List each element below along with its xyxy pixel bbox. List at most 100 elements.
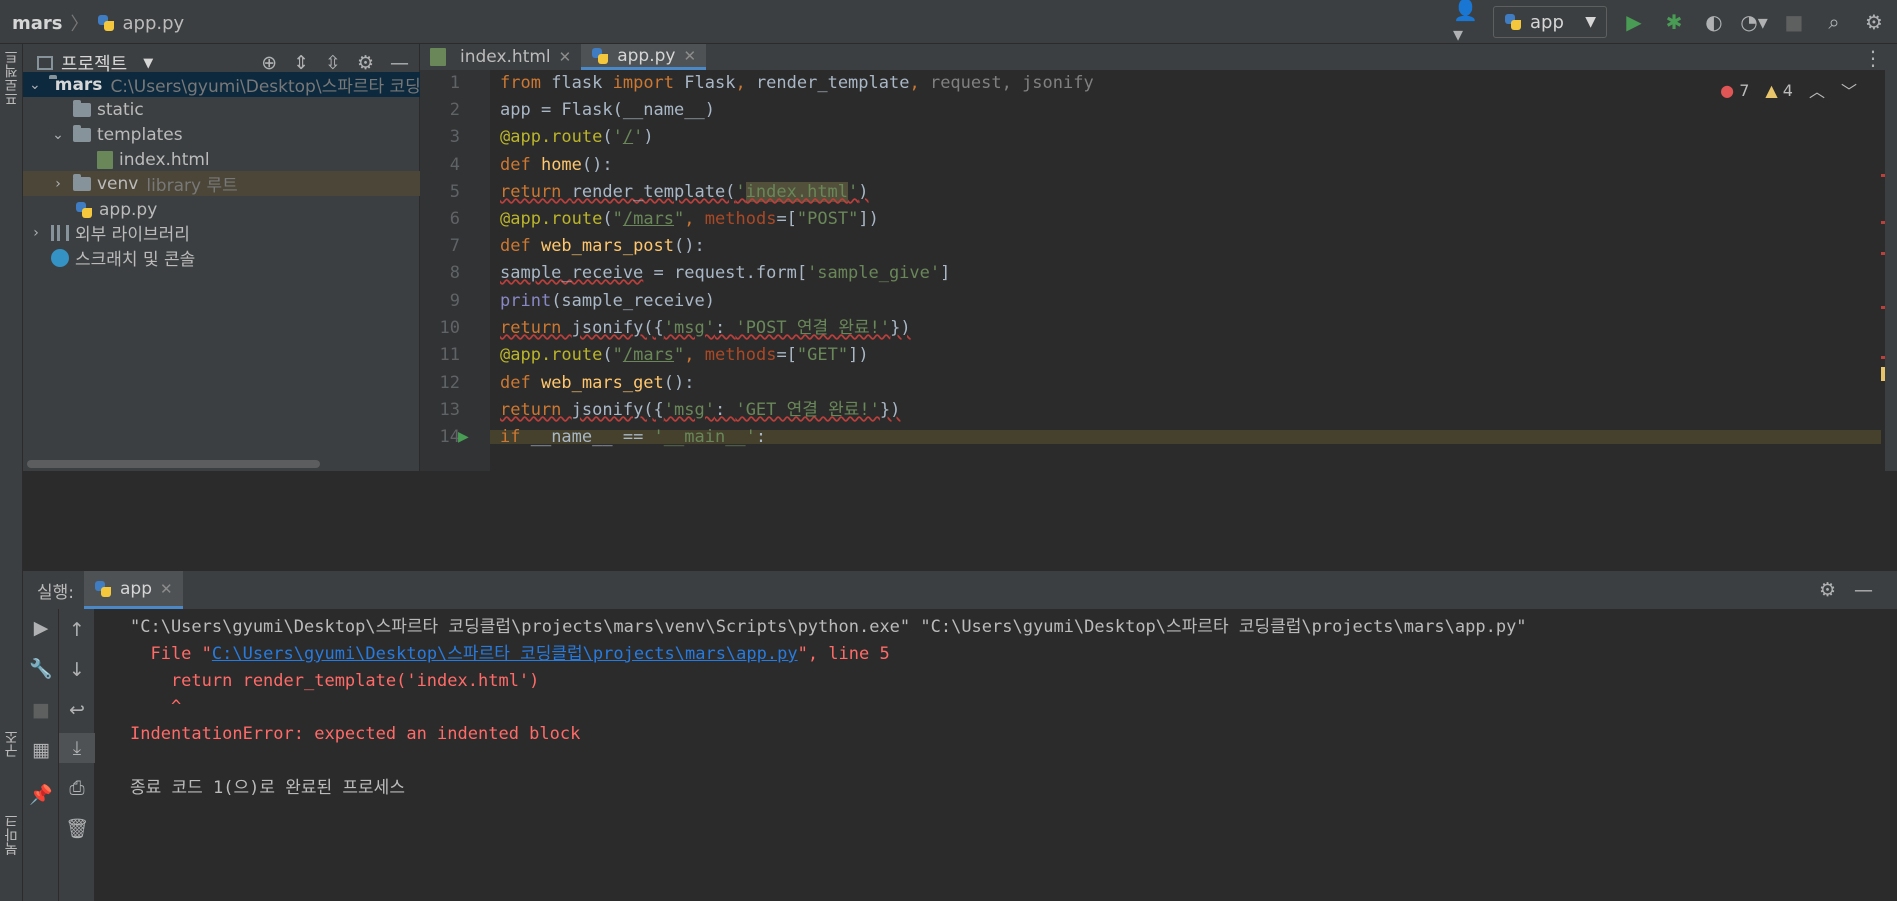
rerun-icon[interactable]: ▶ bbox=[23, 613, 59, 643]
collapse-all-icon[interactable]: ⇳ bbox=[325, 52, 341, 74]
traceback-prefix: File " bbox=[130, 644, 212, 664]
console-output[interactable]: "C:\Users\gyumi\Desktop\스파르타 코딩클럽\projec… bbox=[130, 614, 1890, 894]
line-number: 12 bbox=[439, 373, 460, 393]
tree-item-label: templates bbox=[97, 124, 183, 145]
folder-icon bbox=[73, 124, 91, 142]
line-number: 8 bbox=[449, 263, 460, 283]
line-number: 4 bbox=[449, 155, 460, 175]
locate-icon[interactable]: ⊕ bbox=[261, 52, 277, 74]
console-exit-message: 종료 코드 1(으)로 완료된 프로세스 bbox=[130, 778, 405, 798]
layout-icon[interactable]: ▦ bbox=[23, 735, 59, 765]
line-number: 2 bbox=[449, 100, 460, 120]
chevron-down-icon: ▼ bbox=[1585, 14, 1596, 30]
minimize-icon[interactable]: — bbox=[1854, 579, 1873, 601]
tree-item-note: library 루트 bbox=[146, 176, 238, 196]
warning-count: ▲ 4 bbox=[1765, 81, 1793, 100]
run-toolbar-primary: ▶ 🔧 ■ ▦ 📌 bbox=[23, 609, 59, 901]
scroll-to-end-icon[interactable]: ⤓ bbox=[59, 733, 95, 763]
code-line: @app.route('/') bbox=[500, 127, 654, 147]
chevron-up-icon[interactable]: ︿ bbox=[1809, 78, 1825, 102]
run-icon[interactable]: ▶ bbox=[1621, 9, 1647, 35]
user-icon[interactable]: 👤▾ bbox=[1453, 0, 1479, 46]
close-icon[interactable]: ✕ bbox=[559, 48, 572, 66]
tree-item-scratches[interactable]: 스크래치 및 콘솔 bbox=[23, 245, 420, 270]
stop-icon[interactable]: ■ bbox=[23, 695, 59, 725]
debug-icon[interactable]: ✱ bbox=[1661, 9, 1687, 35]
gear-icon[interactable]: ⚙ bbox=[357, 52, 374, 74]
run-tab-app[interactable]: app ✕ bbox=[84, 571, 183, 609]
side-tab-structure[interactable]: 구조 bbox=[2, 730, 22, 758]
line-number: 9 bbox=[449, 291, 460, 311]
print-icon[interactable]: ⎙ bbox=[59, 773, 95, 803]
tree-item-app-py[interactable]: app.py bbox=[23, 197, 420, 222]
tree-item-templates[interactable]: ⌄ templates bbox=[23, 122, 420, 147]
soft-wrap-icon[interactable]: ↩ bbox=[59, 695, 95, 725]
code-line: return render_template('index.html') bbox=[500, 182, 869, 202]
python-file-icon bbox=[97, 14, 115, 32]
library-icon bbox=[51, 224, 69, 241]
chevron-down-icon[interactable]: ﹀ bbox=[1841, 78, 1857, 102]
run-config-select[interactable]: app ▼ bbox=[1493, 6, 1607, 38]
tab-label: index.html bbox=[460, 47, 551, 67]
chevron-right-icon[interactable]: › bbox=[29, 225, 43, 241]
tab-index-html[interactable]: index.html ✕ bbox=[420, 44, 581, 70]
console-command: "C:\Users\gyumi\Desktop\스파르타 코딩클럽\projec… bbox=[130, 617, 1527, 637]
code-line: @app.route("/mars", methods=["GET"]) bbox=[500, 345, 869, 365]
chevron-right-icon[interactable]: › bbox=[51, 176, 65, 192]
scratch-icon bbox=[51, 248, 69, 267]
wrench-icon[interactable]: 🔧 bbox=[23, 653, 59, 683]
left-tool-stripe: 프로젝트 구조 북마크 bbox=[0, 44, 23, 901]
tab-label: app.py bbox=[617, 45, 676, 66]
tab-app-py[interactable]: app.py ✕ bbox=[581, 44, 707, 70]
chevron-down-icon[interactable]: ⌄ bbox=[29, 77, 41, 93]
search-icon[interactable]: ⌕ bbox=[1821, 9, 1847, 35]
arrow-down-icon[interactable]: ↓ bbox=[59, 655, 95, 685]
inspection-widget[interactable]: ● 7 ▲ 4 ︿ ﹀ bbox=[1720, 78, 1857, 102]
code-line: sample_receive = request.form['sample_gi… bbox=[500, 263, 951, 283]
close-icon[interactable]: ✕ bbox=[160, 580, 173, 598]
tree-item-label: index.html bbox=[119, 149, 210, 170]
tree-item-venv[interactable]: › venv library 루트 bbox=[23, 171, 420, 196]
code-line: def home(): bbox=[500, 155, 613, 175]
code-area[interactable]: from flask import Flask, render_template… bbox=[500, 70, 1560, 471]
traceback-file-link[interactable]: C:\Users\gyumi\Desktop\스파르타 코딩클럽\project… bbox=[212, 644, 798, 664]
toolbar-right: 👤▾ app ▼ ▶ ✱ ◐ ◔▾ ■ ⌕ ⚙ bbox=[1453, 0, 1897, 46]
tree-item-static[interactable]: static bbox=[23, 97, 420, 122]
side-tab-project[interactable]: 프로젝트 bbox=[2, 50, 22, 106]
line-number: 3 bbox=[449, 127, 460, 147]
error-icon: ● bbox=[1720, 80, 1735, 100]
chevron-down-icon[interactable]: ▼ bbox=[143, 56, 153, 71]
tree-item-external-libraries[interactable]: › 외부 라이브러리 bbox=[23, 220, 420, 245]
editor-panel: index.html ✕ app.py ✕ ⋮ 1 2 3 4 5 6 7 8 … bbox=[420, 44, 1897, 471]
trash-icon[interactable]: 🗑 bbox=[59, 813, 95, 843]
breadcrumb-project[interactable]: mars bbox=[12, 13, 63, 34]
coverage-icon[interactable]: ◐ bbox=[1701, 9, 1727, 35]
breadcrumb-file[interactable]: app.py bbox=[123, 13, 185, 34]
tree-item-label: static bbox=[97, 99, 144, 120]
chevron-down-icon[interactable]: ⌄ bbox=[51, 127, 65, 143]
expand-all-icon[interactable]: ⇕ bbox=[293, 52, 309, 74]
console-error: IndentationError: expected an indented b… bbox=[130, 724, 581, 744]
gear-icon[interactable]: ⚙ bbox=[1819, 579, 1836, 601]
code-line: return jsonify({'msg': 'POST 연결 완료!'}) bbox=[500, 318, 911, 338]
minimize-icon[interactable]: — bbox=[390, 52, 409, 74]
line-number: 6 bbox=[449, 209, 460, 229]
run-panel-label: 실행: bbox=[37, 582, 75, 603]
line-number: 5 bbox=[449, 182, 460, 202]
side-tab-bookmarks[interactable]: 북마크 bbox=[2, 814, 22, 856]
stop-icon[interactable]: ■ bbox=[1781, 9, 1807, 35]
project-panel: 프로젝트 ▼ ⊕ ⇕ ⇳ ⚙ — ⌄ mars C:\Users\gyumi\D… bbox=[23, 44, 420, 471]
more-vertical-icon[interactable]: ⋮ bbox=[1863, 46, 1883, 70]
console-traceback-file: File "C:\Users\gyumi\Desktop\스파르타 코딩클럽\p… bbox=[130, 641, 889, 668]
pin-icon[interactable]: 📌 bbox=[23, 779, 59, 809]
code-line: return jsonify({'msg': 'GET 연결 완료!'}) bbox=[500, 400, 901, 420]
gear-icon[interactable]: ⚙ bbox=[1861, 9, 1887, 35]
arrow-up-icon[interactable]: ↑ bbox=[59, 615, 95, 645]
run-gutter-icon[interactable]: ▶ bbox=[458, 429, 469, 445]
profile-icon[interactable]: ◔▾ bbox=[1740, 9, 1768, 35]
tree-item-mars[interactable]: ⌄ mars C:\Users\gyumi\Desktop\스파르타 코딩클 bbox=[23, 72, 420, 97]
tree-item-index-html[interactable]: index.html bbox=[23, 147, 420, 172]
close-icon[interactable]: ✕ bbox=[683, 47, 696, 65]
project-view-icon bbox=[37, 56, 53, 70]
horizontal-scrollbar[interactable] bbox=[27, 460, 320, 468]
